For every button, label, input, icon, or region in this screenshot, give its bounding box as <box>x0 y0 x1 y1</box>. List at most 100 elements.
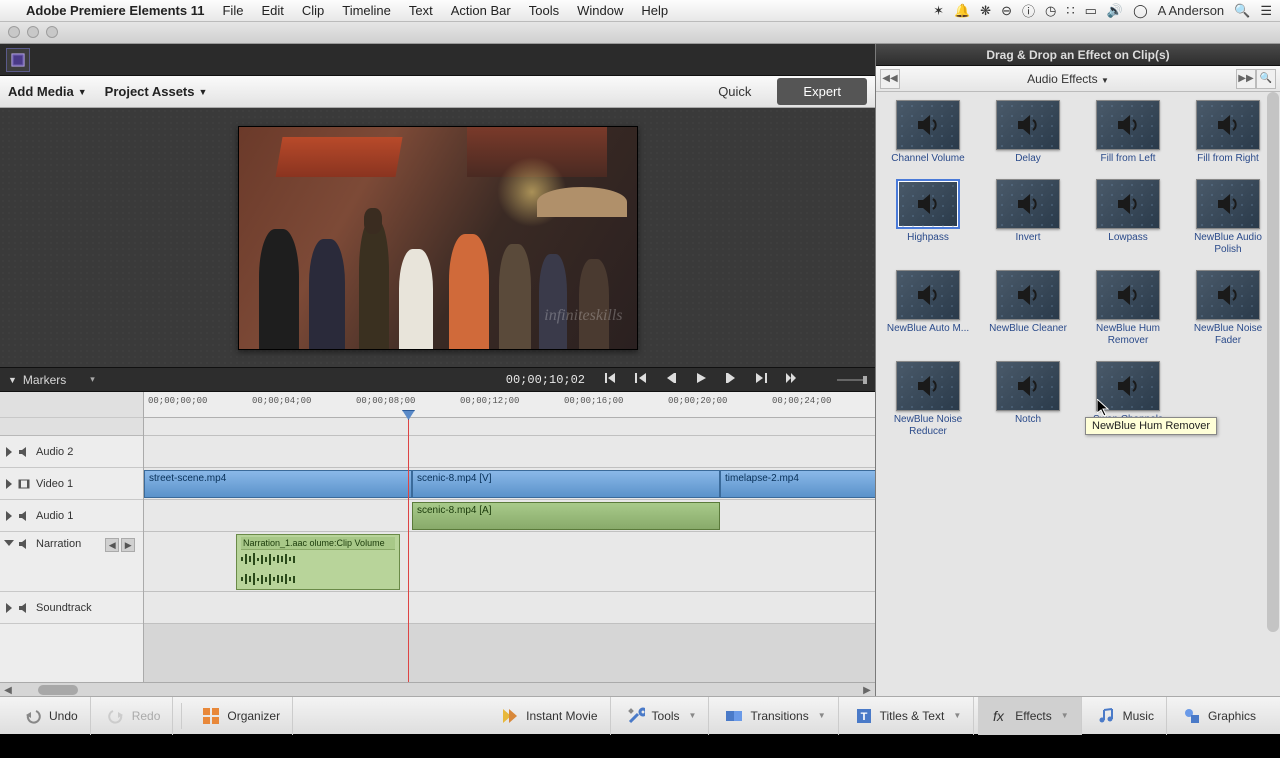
menu-timeline[interactable]: Timeline <box>342 3 391 18</box>
effect-item[interactable]: Notch <box>980 361 1076 438</box>
track-audio2[interactable] <box>144 436 875 468</box>
play-button[interactable] <box>695 372 707 387</box>
effects-button[interactable]: fxEffects▼ <box>978 697 1081 735</box>
effect-item[interactable]: Invert <box>980 179 1076 256</box>
time-ruler[interactable]: 00;00;00;00 00;00;04;00 00;00;08;00 00;0… <box>144 392 875 418</box>
menu-list-icon[interactable]: ☰ <box>1260 3 1272 19</box>
effect-item[interactable]: NewBlue Noise Reducer <box>880 361 976 438</box>
track-header-audio2[interactable]: Audio 2 <box>0 436 143 468</box>
menu-window[interactable]: Window <box>577 3 623 18</box>
tools-label: Tools <box>652 709 680 723</box>
effects-forward-button[interactable]: ▶▶ <box>1236 69 1256 89</box>
menu-help[interactable]: Help <box>641 3 668 18</box>
track-narration[interactable]: Narration_1.aac olume:Clip Volume <box>144 532 875 592</box>
zoom-window-button[interactable] <box>46 26 58 38</box>
minimize-window-button[interactable] <box>27 26 39 38</box>
step-forward-button[interactable] <box>725 372 737 387</box>
music-button[interactable]: Music <box>1086 697 1167 735</box>
menu-clip[interactable]: Clip <box>302 3 324 18</box>
prev-frame-button[interactable] <box>635 372 647 387</box>
tab-expert[interactable]: Expert <box>777 78 867 105</box>
window-controls[interactable] <box>8 26 58 38</box>
clock-icon[interactable]: ◷ <box>1045 3 1056 19</box>
narration-nav[interactable]: ◀▶ <box>105 538 135 552</box>
add-media-button[interactable]: Add Media▼ <box>8 84 87 99</box>
clip-scenic-audio[interactable]: scenic-8.mp4 [A] <box>412 502 720 530</box>
display-icon[interactable]: ▭ <box>1085 3 1097 19</box>
clip-scenic-video[interactable]: scenic-8.mp4 [V] <box>412 470 720 498</box>
scroll-right-icon[interactable]: ▶ <box>861 684 873 696</box>
track-header-soundtrack[interactable]: Soundtrack <box>0 592 143 624</box>
effect-item[interactable]: Fill from Left <box>1080 100 1176 165</box>
track-header-audio1[interactable]: Audio 1 <box>0 500 143 532</box>
step-back-button[interactable] <box>665 372 677 387</box>
titles-button[interactable]: TTitles & Text▼ <box>843 697 975 735</box>
track-soundtrack[interactable] <box>144 592 875 624</box>
effects-search-button[interactable]: 🔍 <box>1256 69 1276 89</box>
scroll-left-icon[interactable]: ◀ <box>2 684 14 696</box>
tab-quick[interactable]: Quick <box>692 78 777 105</box>
redo-button[interactable]: Redo <box>95 697 174 735</box>
playhead-line[interactable] <box>408 410 409 682</box>
undo-button[interactable]: Undo <box>12 697 91 735</box>
shuttle-slider[interactable] <box>837 377 867 383</box>
svg-text:T: T <box>860 711 867 723</box>
transitions-button[interactable]: Transitions▼ <box>713 697 838 735</box>
effect-item[interactable]: NewBlue Hum Remover <box>1080 270 1176 347</box>
track-video1[interactable]: street-scene.mp4 scenic-8.mp4 [V] timela… <box>144 468 875 500</box>
markers-label[interactable]: Markers <box>23 373 66 387</box>
goto-end-button[interactable] <box>785 372 797 387</box>
clip-timelapse[interactable]: timelapse-2.mp4 <box>720 470 875 498</box>
menubar-extra-icon-2[interactable]: ❋ <box>980 3 991 19</box>
app-name[interactable]: Adobe Premiere Elements 11 <box>26 3 204 18</box>
effect-item[interactable]: Channel Volume <box>880 100 976 165</box>
track-audio1[interactable]: scenic-8.mp4 [A] <box>144 500 875 532</box>
graphics-button[interactable]: Graphics <box>1171 697 1268 735</box>
close-window-button[interactable] <box>8 26 20 38</box>
menu-text[interactable]: Text <box>409 3 433 18</box>
volume-icon[interactable]: 🔊 <box>1107 3 1123 19</box>
effect-item[interactable]: NewBlue Audio Polish <box>1180 179 1276 256</box>
menubar-extra-icon[interactable]: ✶ <box>933 3 944 19</box>
effect-item[interactable]: NewBlue Auto M... <box>880 270 976 347</box>
current-timecode[interactable]: 00;00;10;02 <box>506 373 585 387</box>
menu-actionbar[interactable]: Action Bar <box>451 3 511 18</box>
spotlight-icon[interactable]: 🔍 <box>1234 3 1250 19</box>
timeline-scrollbar[interactable]: ◀ ▶ <box>0 682 875 696</box>
notifications-icon[interactable]: 🔔 <box>954 3 970 19</box>
markers-dropdown-icon[interactable]: ▾ <box>90 374 95 385</box>
titles-label: Titles & Text <box>880 709 945 723</box>
effects-category-dropdown[interactable]: Audio Effects ▼ <box>900 72 1236 86</box>
menu-edit[interactable]: Edit <box>261 3 283 18</box>
track-header-narration[interactable]: Narration ◀▶ <box>0 532 143 592</box>
user-name[interactable]: A Anderson <box>1158 3 1225 18</box>
project-assets-button[interactable]: Project Assets▼ <box>105 84 208 99</box>
scrollbar-thumb[interactable] <box>38 685 78 695</box>
track-header-video1[interactable]: Video 1 <box>0 468 143 500</box>
effect-label: Highpass <box>907 232 949 244</box>
effect-item[interactable]: Highpass <box>880 179 976 256</box>
info-icon[interactable]: ⓘ <box>1022 1 1035 20</box>
effect-item[interactable]: Lowpass <box>1080 179 1176 256</box>
menu-tools[interactable]: Tools <box>529 3 559 18</box>
workspace-icon[interactable] <box>6 48 30 72</box>
clip-street-scene[interactable]: street-scene.mp4 <box>144 470 412 498</box>
preview-video[interactable]: infiniteskills <box>238 126 638 350</box>
effect-item[interactable]: NewBlue Noise Fader <box>1180 270 1276 347</box>
menubar-dots-icon[interactable]: ∷ <box>1066 3 1074 19</box>
instant-movie-button[interactable]: Instant Movie <box>489 697 610 735</box>
tools-button[interactable]: Tools▼ <box>615 697 710 735</box>
clip-narration[interactable]: Narration_1.aac olume:Clip Volume <box>236 534 400 590</box>
sync-icon[interactable]: ⊖ <box>1001 3 1012 19</box>
help-icon[interactable]: ◯ <box>1133 3 1148 19</box>
effect-item[interactable]: Delay <box>980 100 1076 165</box>
goto-start-button[interactable] <box>605 372 617 387</box>
organizer-button[interactable]: Organizer <box>190 697 293 735</box>
effects-scrollbar[interactable] <box>1267 92 1279 632</box>
menu-file[interactable]: File <box>222 3 243 18</box>
effect-item[interactable]: Fill from Right <box>1180 100 1276 165</box>
markers-caret-icon[interactable]: ▼ <box>8 375 17 385</box>
effect-item[interactable]: NewBlue Cleaner <box>980 270 1076 347</box>
effects-back-button[interactable]: ◀◀ <box>880 69 900 89</box>
next-frame-button[interactable] <box>755 372 767 387</box>
